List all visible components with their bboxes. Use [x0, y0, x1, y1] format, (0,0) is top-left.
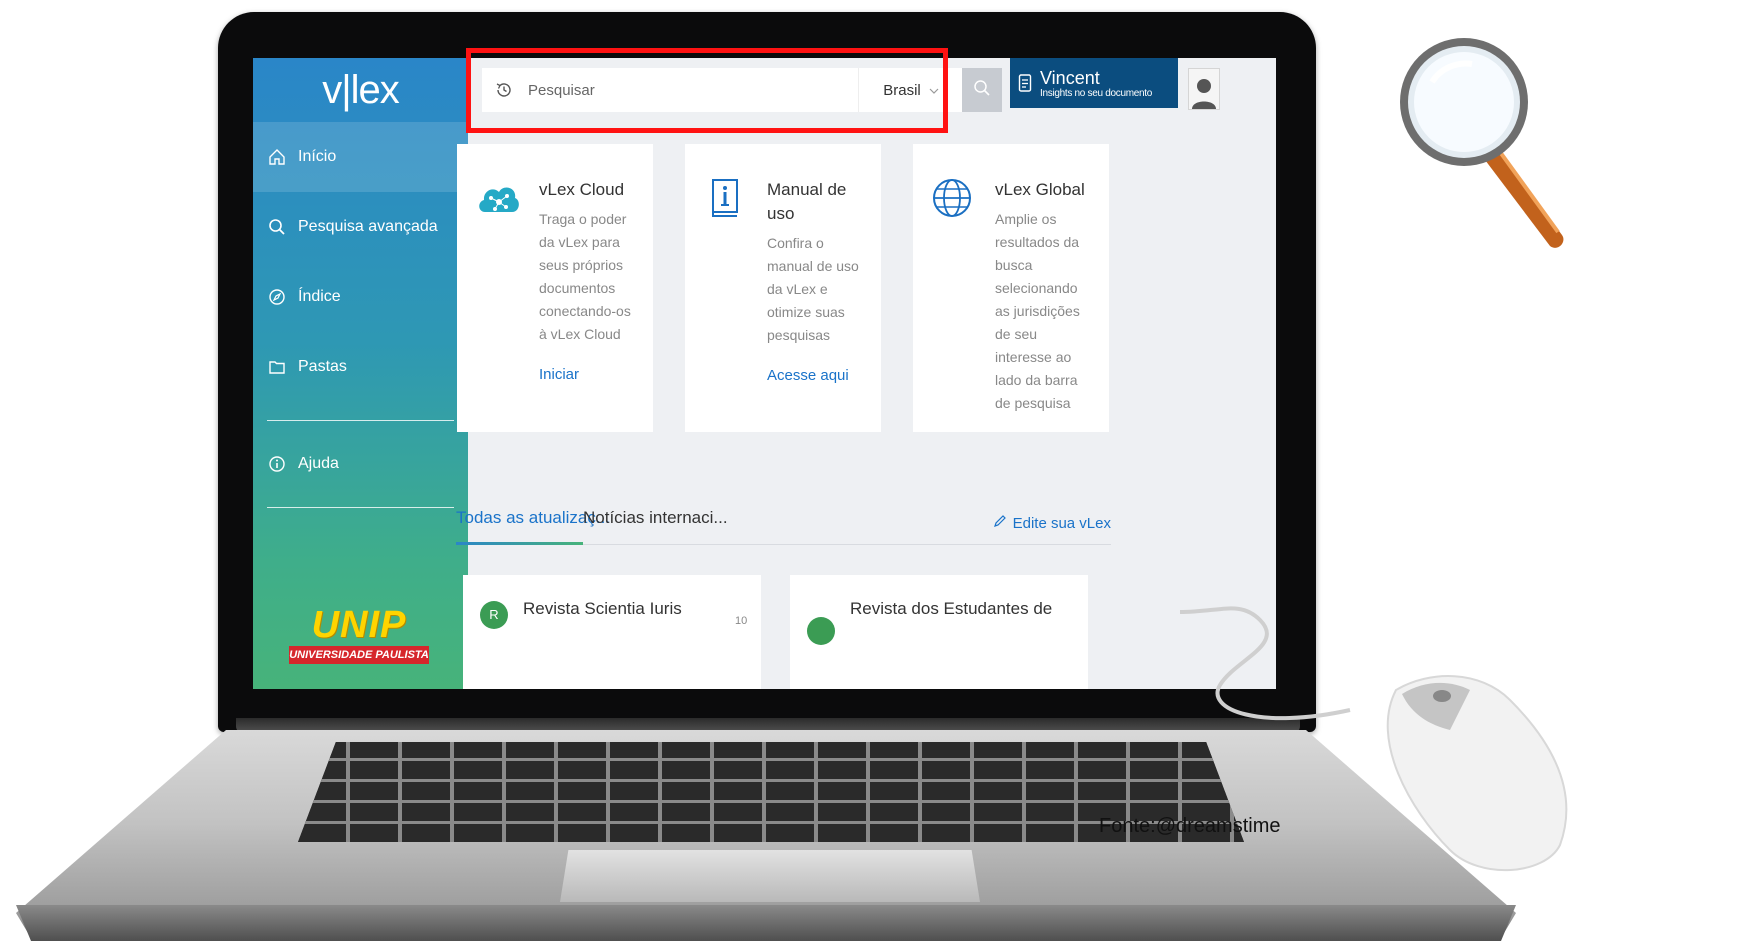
sidebar-item-ajuda[interactable]: Ajuda	[253, 439, 468, 489]
sidebar-divider	[267, 420, 454, 421]
card-manual-de-uso: Manual de uso Confira o manual de uso da…	[685, 144, 881, 432]
card-vlex-cloud: vLex Cloud Traga o poder da vLex para se…	[457, 144, 653, 432]
unip-logo: UNIP UNIVERSIDADE PAULISTA	[289, 606, 429, 664]
globe-icon	[931, 176, 977, 222]
avatar[interactable]	[1188, 68, 1220, 110]
laptop-trackpad	[560, 850, 980, 902]
sidebar-item-pesquisa-avancada[interactable]: Pesquisa avançada	[253, 192, 468, 262]
news-title: Revista Scientia Iuris	[523, 599, 682, 618]
news-source-avatar: R	[480, 601, 508, 629]
news-card[interactable]: R Revista Scientia Iuris 10	[463, 575, 761, 689]
vlex-logo[interactable]: v|lex	[253, 58, 468, 122]
vlex-screen: v|lex Início Pesquisa avançada Índice Pa…	[253, 58, 1276, 689]
user-name: Vincent	[1040, 67, 1100, 88]
cloud-network-icon	[475, 176, 521, 222]
sidebar-divider	[267, 507, 454, 508]
user-subtitle: Insights no seu documento	[1040, 87, 1153, 99]
sidebar-item-pastas[interactable]: Pastas	[253, 332, 468, 402]
sidebar-item-label: Pastas	[298, 358, 347, 375]
manual-icon	[703, 176, 749, 222]
sidebar-item-indice[interactable]: Índice	[253, 262, 468, 332]
news-meta: 10	[735, 615, 748, 627]
card-vlex-global: vLex Global Amplie os resultados da busc…	[913, 144, 1109, 432]
card-description: Traga o poder da vLex para seus próprios…	[539, 211, 631, 342]
updates-tabs: Todas as atualizaç... Notícias internaci…	[456, 508, 1111, 545]
tab-noticias-internacionais[interactable]: Notícias internaci...	[583, 508, 728, 528]
edit-vlex-link[interactable]: Edite sua vLex	[993, 514, 1111, 532]
news-card[interactable]: Revista dos Estudantes de	[790, 575, 1088, 689]
sidebar-item-label: Início	[298, 148, 337, 165]
news-source-avatar	[807, 617, 835, 645]
user-account-box[interactable]: Vincent Insights no seu documento	[1010, 58, 1178, 108]
unip-logo-subtitle: UNIVERSIDADE PAULISTA	[289, 646, 429, 664]
info-icon	[266, 453, 288, 475]
card-link-acesse-aqui[interactable]: Acesse aqui	[767, 367, 849, 384]
search-icon	[266, 216, 288, 238]
magnifying-glass-icon	[1362, 20, 1572, 260]
folder-icon	[266, 356, 288, 378]
search-highlight-box	[466, 48, 948, 133]
sidebar-item-label: Ajuda	[298, 455, 339, 472]
card-title: Manual de uso	[767, 180, 847, 223]
sidebar-item-label: Pesquisa avançada	[298, 218, 438, 235]
laptop-base-edge	[16, 905, 1516, 941]
card-title: vLex Global	[995, 180, 1085, 199]
pencil-icon	[993, 514, 1007, 532]
unip-logo-word: UNIP	[311, 604, 407, 646]
news-title: Revista dos Estudantes de	[850, 599, 1053, 618]
sidebar-item-label: Índice	[298, 288, 341, 305]
card-description: Amplie os resultados da busca selecionan…	[995, 211, 1080, 411]
document-icon	[1010, 73, 1040, 93]
edit-vlex-label: Edite sua vLex	[1012, 514, 1111, 532]
active-tab-indicator	[456, 542, 583, 545]
sidebar: v|lex Início Pesquisa avançada Índice Pa…	[253, 58, 468, 689]
home-icon	[266, 146, 288, 168]
card-link-iniciar[interactable]: Iniciar	[539, 366, 579, 383]
card-title: vLex Cloud	[539, 180, 625, 199]
image-source-caption: Fonte:@dreamstime	[1099, 815, 1281, 837]
compass-icon	[266, 286, 288, 308]
search-icon	[973, 79, 991, 102]
card-description: Confira o manual de uso da vLex e otimiz…	[767, 235, 859, 343]
search-button[interactable]	[962, 68, 1002, 112]
sidebar-item-inicio[interactable]: Início	[253, 122, 468, 192]
